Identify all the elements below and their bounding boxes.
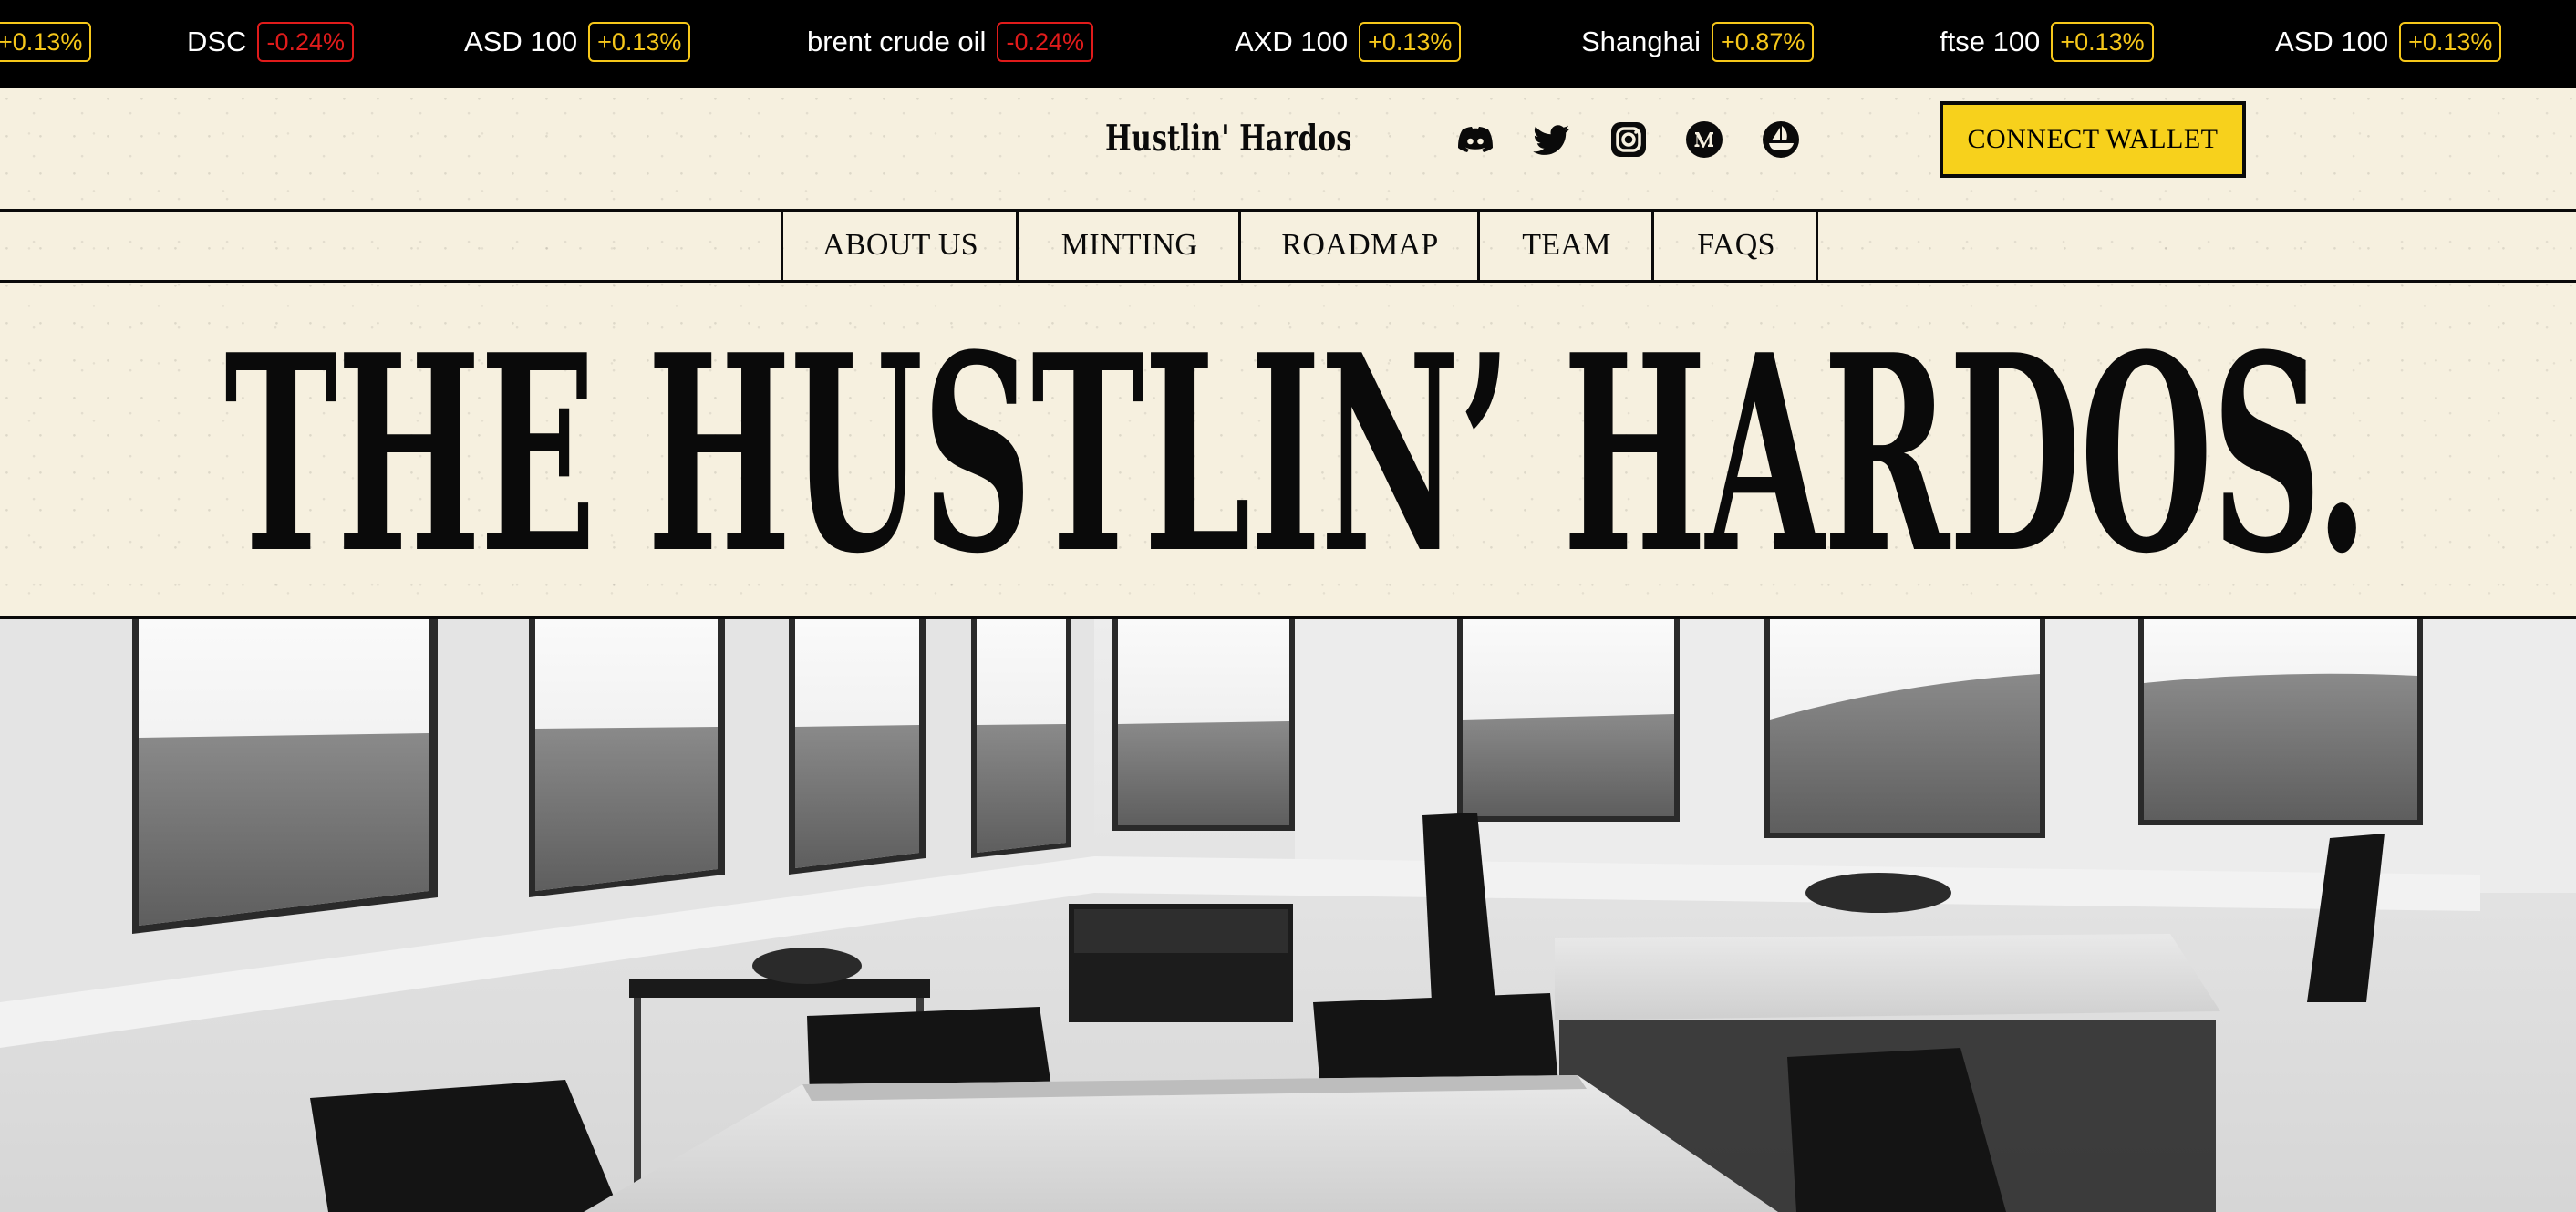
medium-icon[interactable] [1683, 119, 1725, 161]
ticker-name: ftse 100 [1940, 26, 2041, 57]
ticker-item: Shanghai +0.87% [1581, 20, 1815, 64]
nav-end-divider [1816, 210, 1818, 281]
hero-title: THE HUSTLIN’ HARDOS. [224, 295, 2368, 613]
ticker-name: ASD 100 [2275, 26, 2389, 57]
opensea-icon[interactable] [1760, 119, 1802, 161]
nav-faqs[interactable]: FAQS [1651, 210, 1818, 281]
ticker-name: DSC [187, 26, 247, 57]
ticker-name: AXD 100 [1235, 26, 1349, 57]
ticker-change-badge: +0.87% [1712, 22, 1815, 62]
ticker-name: brent crude oil [807, 26, 987, 57]
ticker-name: ASD 100 [464, 26, 578, 57]
ticker-item: brent crude oil -0.24% [807, 20, 1094, 64]
ticker-change-badge: +0.13% [0, 22, 92, 62]
nav-team[interactable]: TEAM [1477, 210, 1653, 281]
ticker-name: Shanghai [1581, 26, 1702, 57]
twitter-icon[interactable] [1531, 119, 1573, 161]
nav-roadmap[interactable]: ROADMAP [1238, 210, 1479, 281]
instagram-icon[interactable] [1608, 119, 1650, 161]
ticker-change-badge: -0.24% [257, 22, 355, 62]
ticker-item: ASD 100 +0.13% [2275, 20, 2502, 64]
ticker-item: ftse 100 +0.13% [1940, 20, 2154, 64]
nav-minting[interactable]: MINTING [1016, 210, 1240, 281]
ticker-change-badge: +0.13% [588, 22, 691, 62]
office-photo [0, 619, 2576, 1212]
stock-ticker: +0.13% DSC -0.24% ASD 100 +0.13% brent c… [0, 0, 2576, 88]
ticker-item: +0.13% [0, 20, 92, 64]
ticker-item: DSC -0.24% [187, 20, 355, 64]
brand-logo[interactable]: Hustlin' Hardos [1105, 113, 1351, 164]
nav-about-us[interactable]: ABOUT US [781, 210, 1018, 281]
ticker-change-badge: -0.24% [997, 22, 1094, 62]
ticker-item: AXD 100 +0.13% [1235, 20, 1462, 64]
ticker-item: ASD 100 +0.13% [464, 20, 691, 64]
connect-wallet-button[interactable]: CONNECT WALLET [1940, 101, 2246, 178]
discord-icon[interactable] [1454, 119, 1496, 161]
ticker-change-badge: +0.13% [1359, 22, 1462, 62]
ticker-change-badge: +0.13% [2051, 22, 2154, 62]
ticker-change-badge: +0.13% [2399, 22, 2502, 62]
